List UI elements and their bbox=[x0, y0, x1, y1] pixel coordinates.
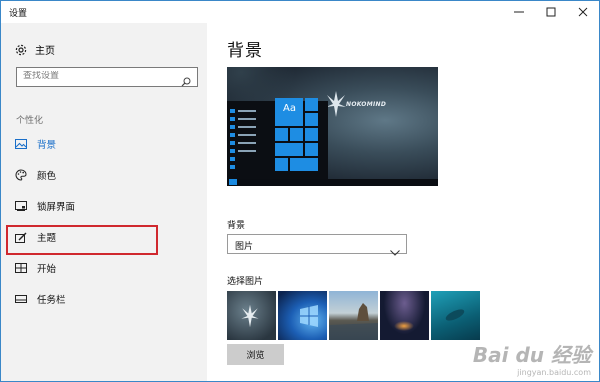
minimize-button[interactable] bbox=[503, 1, 535, 23]
sidebar-item-label: 背景 bbox=[37, 140, 57, 151]
sidebar-item-label: 颜色 bbox=[37, 171, 57, 182]
close-button[interactable] bbox=[567, 1, 599, 23]
picture-thumbnails bbox=[227, 291, 480, 340]
sidebar-item-lockscreen[interactable]: 锁屏界面 bbox=[15, 198, 75, 214]
themes-highlight-box bbox=[6, 225, 158, 255]
sidebar-item-label: 锁屏界面 bbox=[37, 202, 76, 213]
sidebar-item-label: 开始 bbox=[37, 264, 57, 275]
close-icon bbox=[578, 7, 588, 17]
watermark-url: jingyan.baidu.com bbox=[517, 368, 591, 377]
start-grid-icon bbox=[15, 262, 27, 274]
wallpaper-logo-text: NOKOMIND bbox=[346, 101, 387, 108]
search-box[interactable] bbox=[16, 67, 198, 87]
category-label: 个性化 bbox=[16, 116, 44, 126]
watermark-logo-text: Bai du 经验 bbox=[472, 343, 591, 367]
background-type-dropdown[interactable]: 图片 bbox=[227, 234, 407, 256]
browse-button[interactable]: 浏览 bbox=[227, 344, 284, 365]
search-input[interactable] bbox=[23, 71, 173, 81]
chevron-down-icon bbox=[390, 241, 400, 260]
sidebar-item-colors[interactable]: 颜色 bbox=[15, 167, 56, 183]
maximize-button[interactable] bbox=[535, 1, 567, 23]
lockscreen-icon bbox=[15, 200, 27, 212]
background-type-label: 背景 bbox=[227, 221, 246, 231]
settings-window: 设置 主页 个性化 背景 bbox=[0, 0, 600, 382]
window-title: 设置 bbox=[9, 9, 28, 19]
sidebar: 主页 个性化 背景 颜色 锁屏界面 bbox=[1, 23, 207, 381]
page-title: 背景 bbox=[227, 41, 263, 61]
wallpaper-logo-icon bbox=[326, 91, 346, 117]
gear-icon bbox=[15, 44, 27, 56]
preview-sample-text: Aa bbox=[283, 103, 296, 114]
picture-thumbnail[interactable] bbox=[278, 291, 327, 340]
main-content: 背景 NOKOMIND Aa 背景 图片 选择图片 浏览 bbox=[207, 23, 599, 381]
search-icon[interactable] bbox=[181, 72, 191, 91]
sidebar-item-background[interactable]: 背景 bbox=[15, 136, 56, 152]
home-label: 主页 bbox=[35, 46, 55, 57]
picture-icon bbox=[15, 138, 27, 150]
watermark: Bai du 经验 jingyan.baidu.com bbox=[473, 339, 591, 377]
sidebar-item-label: 任务栏 bbox=[37, 295, 66, 306]
minimize-icon bbox=[514, 11, 524, 13]
taskbar-icon bbox=[15, 293, 27, 305]
maximize-icon bbox=[546, 7, 556, 17]
choose-picture-label: 选择图片 bbox=[227, 277, 264, 287]
home-link[interactable]: 主页 bbox=[15, 42, 55, 57]
sidebar-item-taskbar[interactable]: 任务栏 bbox=[15, 291, 66, 307]
taskbar-preview bbox=[227, 179, 438, 186]
background-preview: NOKOMIND Aa bbox=[227, 67, 438, 186]
picture-thumbnail[interactable] bbox=[329, 291, 378, 340]
picture-thumbnail[interactable] bbox=[380, 291, 429, 340]
palette-icon bbox=[15, 169, 27, 181]
sidebar-item-start[interactable]: 开始 bbox=[15, 260, 56, 276]
picture-thumbnail[interactable] bbox=[227, 291, 276, 340]
picture-thumbnail[interactable] bbox=[431, 291, 480, 340]
dropdown-value: 图片 bbox=[235, 242, 254, 252]
title-bar: 设置 bbox=[1, 1, 599, 23]
